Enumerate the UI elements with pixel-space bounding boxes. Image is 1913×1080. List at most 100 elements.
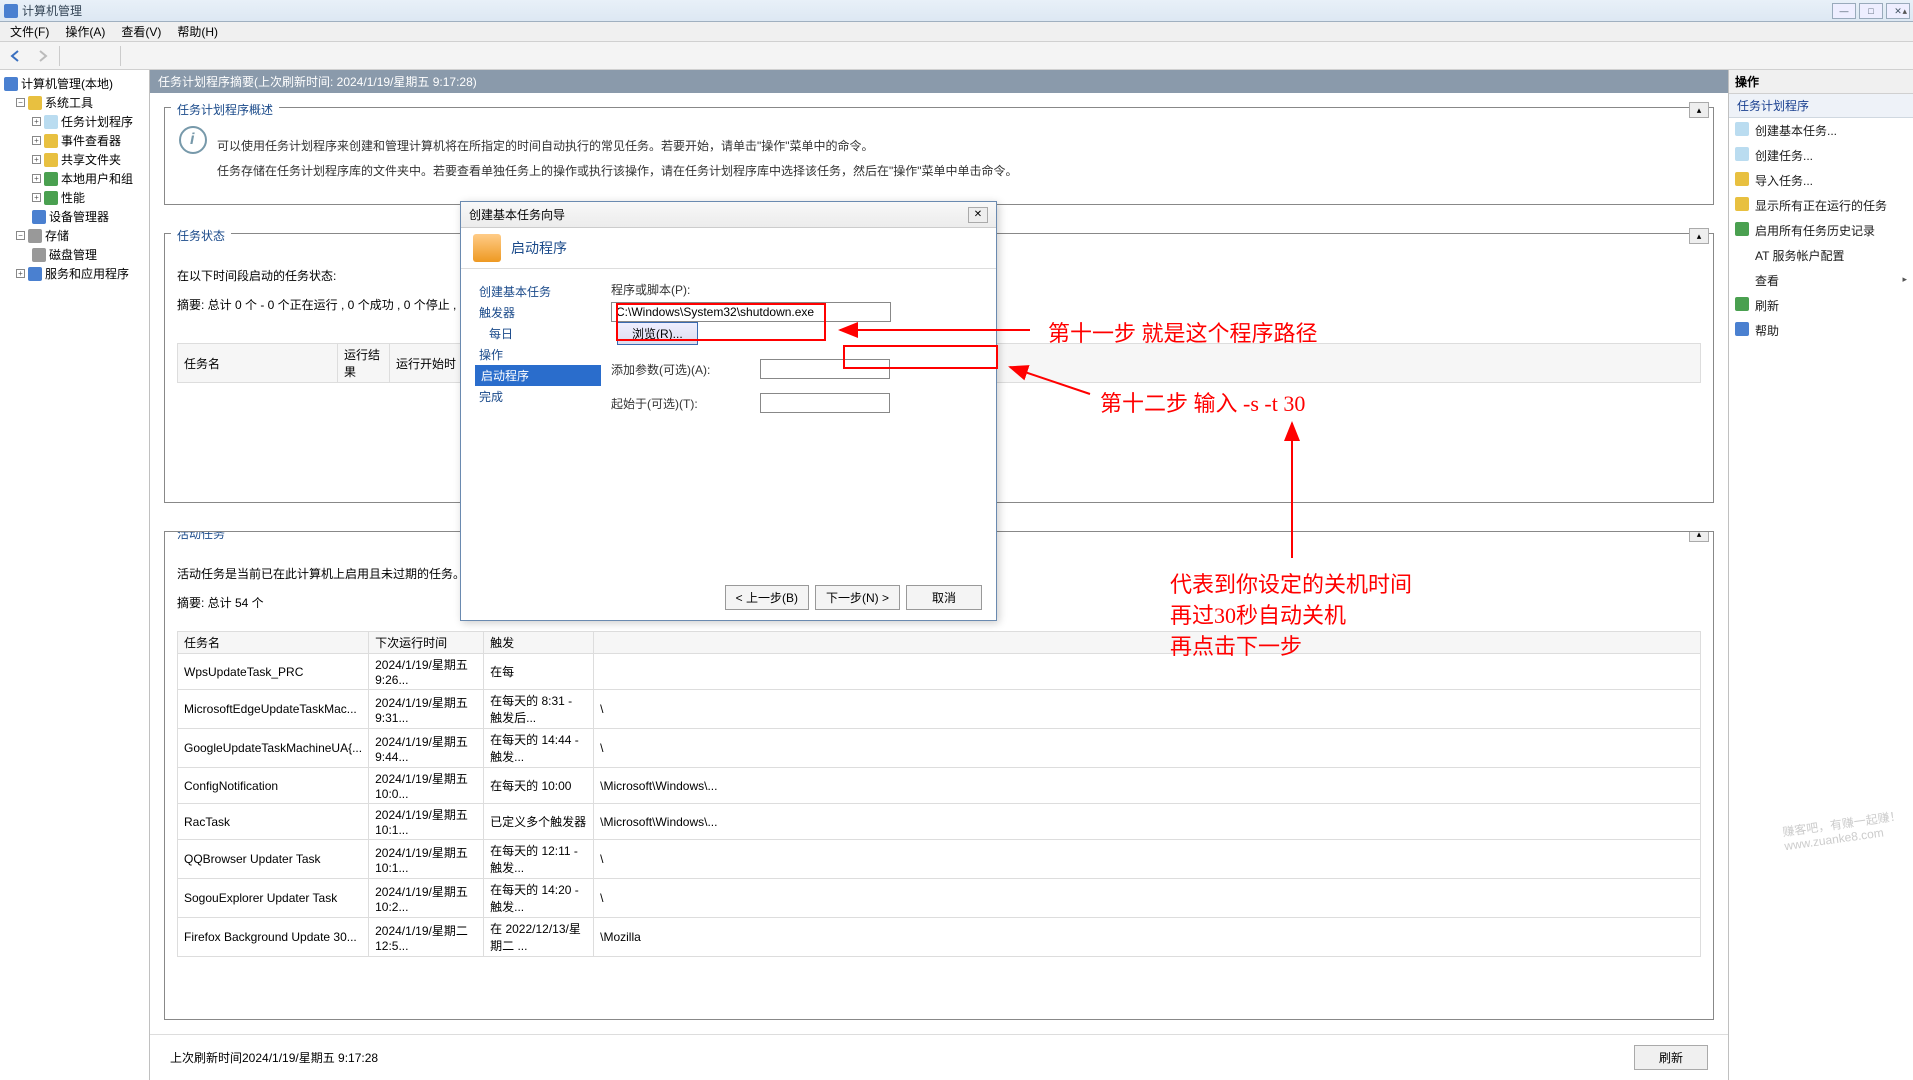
expand-icon[interactable]: + [32, 136, 41, 145]
storage-icon [28, 229, 42, 243]
wizard-header-title: 启动程序 [511, 238, 567, 258]
tree-performance[interactable]: +性能 [2, 188, 147, 207]
expand-icon[interactable]: + [32, 193, 41, 202]
action-help[interactable]: 帮助 [1729, 318, 1913, 343]
actions-group-title: 任务计划程序▴ [1729, 94, 1913, 118]
action-view[interactable]: 查看▸ [1729, 268, 1913, 293]
collapse-icon[interactable]: − [16, 231, 25, 240]
table-cell: 在每 [484, 654, 594, 690]
nav-daily[interactable]: 每日 [475, 323, 601, 344]
table-row[interactable]: ConfigNotification2024/1/19/星期五 10:0...在… [178, 768, 1701, 804]
properties-button[interactable] [91, 44, 115, 68]
menu-help[interactable]: 帮助(H) [171, 21, 224, 42]
collapse-button[interactable]: ▴ [1689, 102, 1709, 118]
nav-action[interactable]: 操作 [475, 344, 601, 365]
table-row[interactable]: Firefox Background Update 30...2024/1/19… [178, 918, 1701, 957]
table-cell: 在每天的 10:00 [484, 768, 594, 804]
tree-services[interactable]: +服务和应用程序 [2, 264, 147, 283]
collapse-button[interactable]: ▴ [1689, 531, 1709, 542]
expand-icon[interactable]: + [16, 269, 25, 278]
tree-root[interactable]: 计算机管理(本地) [2, 74, 147, 93]
collapse-icon[interactable]: − [16, 98, 25, 107]
tree-system-tools[interactable]: −系统工具 [2, 93, 147, 112]
back-button[interactable]: < 上一步(B) [725, 585, 809, 610]
tree-task-scheduler[interactable]: +任务计划程序 [2, 112, 147, 131]
startin-label: 起始于(可选)(T): [611, 395, 698, 412]
up-button[interactable] [65, 44, 89, 68]
tree-local-users[interactable]: +本地用户和组 [2, 169, 147, 188]
expand-icon[interactable]: + [32, 117, 41, 126]
action-at-account[interactable]: AT 服务帐户配置 [1729, 243, 1913, 268]
action-create-basic-task[interactable]: 创建基本任务... [1729, 118, 1913, 143]
table-cell: \ [594, 690, 1701, 729]
wizard-title-text: 创建基本任务向导 [469, 206, 565, 223]
cancel-button[interactable]: 取消 [906, 585, 982, 610]
action-show-running[interactable]: 显示所有正在运行的任务 [1729, 193, 1913, 218]
nav-finish[interactable]: 完成 [475, 386, 601, 407]
tree-disk-management[interactable]: 磁盘管理 [2, 245, 147, 264]
table-cell: 2024/1/19/星期五 10:0... [369, 768, 484, 804]
menubar: 文件(F) 操作(A) 查看(V) 帮助(H) [0, 22, 1913, 42]
expand-icon[interactable]: + [32, 155, 41, 164]
col-result[interactable]: 运行结果 [338, 344, 390, 383]
menu-action[interactable]: 操作(A) [59, 21, 111, 42]
help-button[interactable] [126, 44, 150, 68]
toggle-button[interactable] [152, 44, 176, 68]
col-task-name[interactable]: 任务名 [178, 632, 369, 654]
summary-header: 任务计划程序摘要(上次刷新时间: 2024/1/19/星期五 9:17:28) [150, 70, 1728, 93]
action-enable-history[interactable]: 启用所有任务历史记录 [1729, 218, 1913, 243]
next-button[interactable]: 下一步(N) > [815, 585, 900, 610]
table-cell: \ [594, 840, 1701, 879]
wizard-titlebar[interactable]: 创建基本任务向导 ✕ [461, 202, 996, 228]
col-trigger[interactable]: 触发 [484, 632, 594, 654]
table-row[interactable]: MicrosoftEdgeUpdateTaskMac...2024/1/19/星… [178, 690, 1701, 729]
table-row[interactable]: WpsUpdateTask_PRC2024/1/19/星期五 9:26...在每 [178, 654, 1701, 690]
collapse-button[interactable]: ▴ [1689, 228, 1709, 244]
action-create-task[interactable]: 创建任务... [1729, 143, 1913, 168]
table-row[interactable]: QQBrowser Updater Task2024/1/19/星期五 10:1… [178, 840, 1701, 879]
nav-start-program[interactable]: 启动程序 [475, 365, 601, 386]
program-input[interactable] [611, 302, 891, 322]
active-table[interactable]: 任务名 下次运行时间 触发 WpsUpdateTask_PRC2024/1/19… [177, 631, 1701, 957]
tree-device-manager[interactable]: 设备管理器 [2, 207, 147, 226]
app-icon [4, 4, 18, 18]
expand-icon[interactable]: + [32, 174, 41, 183]
bottom-bar: 上次刷新时间2024/1/19/星期五 9:17:28 刷新 [150, 1034, 1728, 1080]
table-cell: 2024/1/19/星期五 9:26... [369, 654, 484, 690]
table-cell: 2024/1/19/星期五 10:2... [369, 879, 484, 918]
table-row[interactable]: RacTask2024/1/19/星期五 10:1...已定义多个触发器\Mic… [178, 804, 1701, 840]
tools-icon [28, 96, 42, 110]
chevron-up-icon[interactable]: ▴ [1902, 6, 1907, 17]
startin-input[interactable] [760, 393, 890, 413]
action-refresh[interactable]: 刷新 [1729, 293, 1913, 318]
nav-create-basic-task[interactable]: 创建基本任务 [475, 281, 601, 302]
maximize-button[interactable]: □ [1859, 3, 1883, 19]
tree-shared-folders[interactable]: +共享文件夹 [2, 150, 147, 169]
wizard-nav: 创建基本任务 触发器 每日 操作 启动程序 完成 [461, 269, 601, 599]
table-cell: GoogleUpdateTaskMachineUA{... [178, 729, 369, 768]
wizard-buttons: < 上一步(B) 下一步(N) > 取消 [725, 585, 982, 610]
menu-file[interactable]: 文件(F) [4, 21, 55, 42]
menu-view[interactable]: 查看(V) [115, 21, 167, 42]
forward-button[interactable] [30, 44, 54, 68]
back-button[interactable] [4, 44, 28, 68]
annotation-step-11: 第十一步 就是这个程序路径 [1048, 316, 1318, 348]
minimize-button[interactable]: — [1832, 3, 1856, 19]
arguments-input[interactable] [760, 359, 890, 379]
col-task-name[interactable]: 任务名 [178, 344, 338, 383]
action-import-task[interactable]: 导入任务... [1729, 168, 1913, 193]
browse-button[interactable]: 浏览(R)... [617, 322, 698, 345]
nav-trigger[interactable]: 触发器 [475, 302, 601, 323]
table-row[interactable]: SogouExplorer Updater Task2024/1/19/星期五 … [178, 879, 1701, 918]
wizard-close-button[interactable]: ✕ [968, 207, 988, 223]
table-cell: \ [594, 729, 1701, 768]
col-location[interactable] [594, 632, 1701, 654]
tree-storage[interactable]: −存储 [2, 226, 147, 245]
refresh-button[interactable]: 刷新 [1634, 1045, 1708, 1070]
table-cell: 在每天的 14:20 - 触发... [484, 879, 594, 918]
folder-icon [44, 153, 58, 167]
col-next-run[interactable]: 下次运行时间 [369, 632, 484, 654]
nav-tree[interactable]: 计算机管理(本地) −系统工具 +任务计划程序 +事件查看器 +共享文件夹 +本… [0, 70, 150, 1080]
tree-event-viewer[interactable]: +事件查看器 [2, 131, 147, 150]
table-row[interactable]: GoogleUpdateTaskMachineUA{...2024/1/19/星… [178, 729, 1701, 768]
